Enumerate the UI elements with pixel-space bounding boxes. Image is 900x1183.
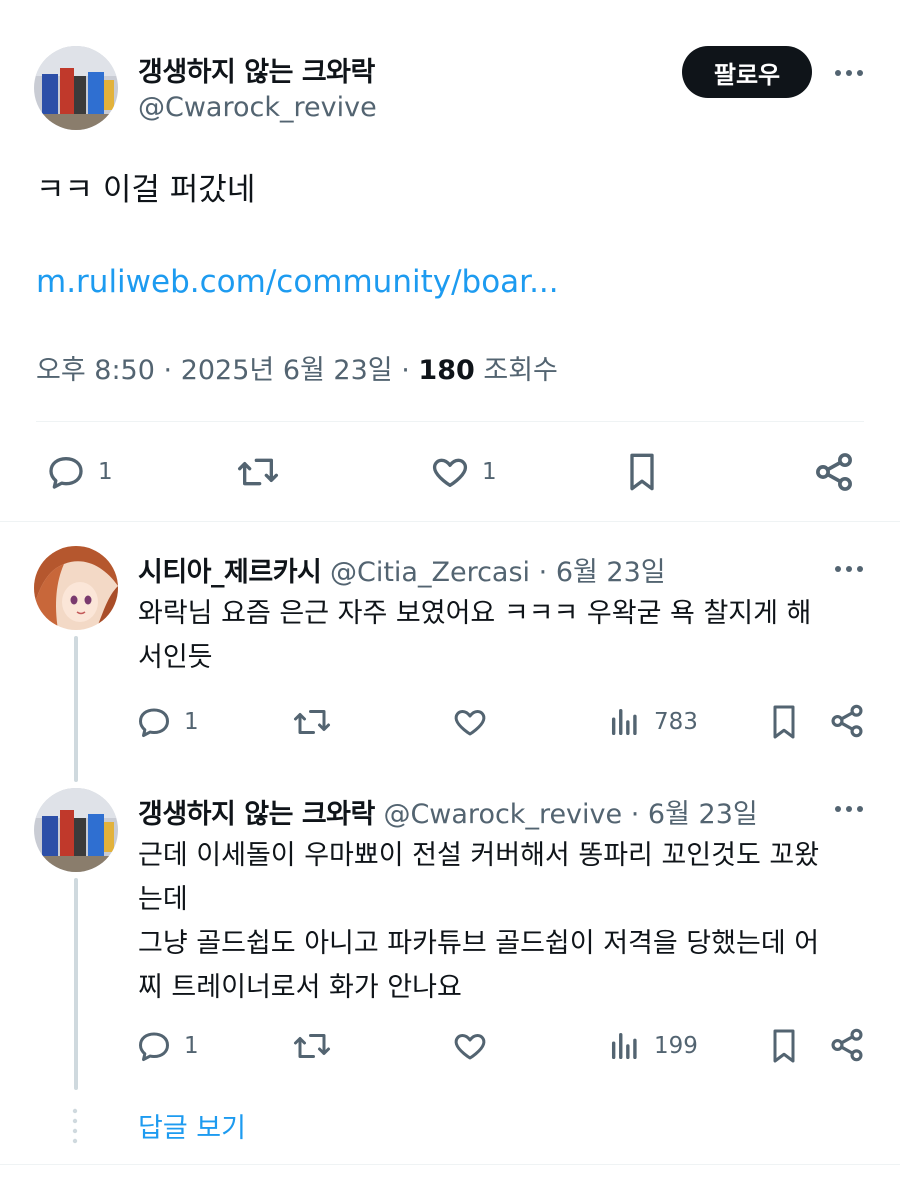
reply-text-line: 는데 [138, 884, 188, 915]
reply-text-line: 근데 이세돌이 우마뾰이 전설 커버해서 똥파리 꼬인것도 꼬왔 [138, 840, 820, 871]
retweet-icon [238, 458, 279, 486]
heart-icon [432, 458, 468, 487]
reply-text: 근데 이세돌이 우마뾰이 전설 커버해서 똥파리 꼬인것도 꼬왔 는데 그냥 골… [138, 834, 868, 1010]
views-button[interactable]: 199 [608, 1028, 698, 1064]
more-options-icon[interactable] [834, 562, 864, 576]
author-handle[interactable]: @Cwarock_revive [138, 92, 377, 123]
heart-icon [454, 1034, 486, 1060]
retweet-icon [294, 710, 330, 734]
share-button[interactable] [828, 702, 866, 740]
section-divider [0, 1164, 900, 1165]
bookmark-button[interactable] [766, 1026, 802, 1066]
tweet-text: ㅋㅋ 이걸 퍼갔네 [36, 172, 256, 208]
view-replies-link[interactable]: 답글 보기 [138, 1106, 246, 1145]
tweet-date[interactable]: 2025년 6월 23일 [181, 355, 393, 386]
thread-dots [72, 1108, 78, 1144]
bookmark-icon [773, 1029, 795, 1063]
reply-button[interactable]: 1 [136, 704, 199, 740]
reply-header: 시티아_제르카시 @Citia_Zercasi · 6월 23일 [138, 550, 666, 589]
reply-avatar[interactable] [34, 546, 118, 630]
reply-button[interactable]: 1 [136, 1028, 199, 1064]
reply-text-line: 서인듯 [138, 642, 213, 673]
more-options-icon[interactable] [834, 802, 864, 816]
view-count: 783 [654, 709, 698, 735]
meta-separator: · [163, 355, 173, 386]
reply-header: 갱생하지 않는 크와락 @Cwarock_revive · 6월 23일 [138, 792, 758, 831]
author-name[interactable]: 갱생하지 않는 크와락 [138, 50, 375, 89]
view-count: 180 [418, 355, 475, 386]
reply-text: 와락님 요즘 은근 자주 보였어요 ㅋㅋㅋ 우왁굳 욕 찰지게 해 서인듯 [138, 592, 868, 680]
reply-count: 1 [98, 459, 113, 485]
reply-author-handle[interactable]: @Citia_Zercasi [330, 557, 530, 588]
author-avatar[interactable] [34, 46, 118, 130]
reply-author-name[interactable]: 갱생하지 않는 크와락 [138, 799, 375, 830]
share-icon [816, 453, 852, 491]
thread-line [74, 636, 78, 782]
share-button[interactable] [828, 1026, 866, 1064]
heart-icon [454, 710, 486, 736]
analytics-icon [611, 708, 637, 736]
header-separator: · [538, 557, 548, 588]
tweet-actions: 1 1 [0, 448, 900, 496]
tweet-time[interactable]: 오후 8:50 [36, 355, 155, 386]
share-button[interactable] [812, 450, 856, 494]
retweet-icon [294, 1034, 330, 1058]
like-button[interactable]: 1 [430, 452, 497, 492]
reply-icon [139, 1032, 169, 1061]
reply-icon [139, 708, 169, 737]
section-divider [0, 521, 900, 522]
more-options-icon[interactable] [834, 66, 864, 80]
retweet-button[interactable] [292, 1028, 332, 1064]
reply-text-line: 와락님 요즘 은근 자주 보였어요 ㅋㅋㅋ 우왁굳 욕 찰지게 해 [138, 598, 812, 629]
analytics-icon [611, 1032, 637, 1060]
reply-date[interactable]: 6월 23일 [556, 557, 666, 588]
retweet-button[interactable] [236, 452, 292, 492]
reply-button[interactable]: 1 [46, 452, 113, 492]
reply-count: 1 [184, 709, 199, 735]
reply-avatar[interactable] [34, 788, 118, 872]
reply-icon [49, 457, 83, 489]
like-count: 1 [482, 459, 497, 485]
views-button[interactable]: 783 [608, 704, 698, 740]
bookmark-button[interactable] [766, 702, 802, 742]
view-count-label: 조회수 [483, 355, 558, 386]
bookmark-icon [630, 453, 654, 491]
like-button[interactable] [452, 704, 488, 740]
divider [36, 421, 864, 422]
reply-count: 1 [184, 1033, 199, 1059]
share-icon [831, 1028, 863, 1062]
retweet-button[interactable] [292, 704, 332, 740]
share-icon [831, 704, 863, 738]
like-button[interactable] [452, 1028, 488, 1064]
tweet-meta: 오후 8:50 · 2025년 6월 23일 · 180 조회수 [36, 348, 558, 387]
header-separator: · [630, 799, 640, 830]
reply-text-line: 그냥 골드쉽도 아니고 파카튜브 골드쉽이 저격을 당했는데 어 [138, 928, 820, 959]
thread-line [74, 878, 78, 1090]
view-count: 199 [654, 1033, 698, 1059]
bookmark-button[interactable] [622, 450, 662, 494]
reply-author-handle[interactable]: @Cwarock_revive [383, 799, 622, 830]
meta-separator: · [401, 355, 410, 386]
bookmark-icon [773, 705, 795, 739]
tweet-link[interactable]: m.ruliweb.com/community/boar... [36, 264, 559, 300]
reply-date[interactable]: 6월 23일 [648, 799, 758, 830]
follow-button[interactable]: 팔로우 [682, 46, 812, 98]
reply-text-line: 찌 트레이너로서 화가 안나요 [138, 972, 462, 1003]
reply-author-name[interactable]: 시티아_제르카시 [138, 557, 322, 588]
